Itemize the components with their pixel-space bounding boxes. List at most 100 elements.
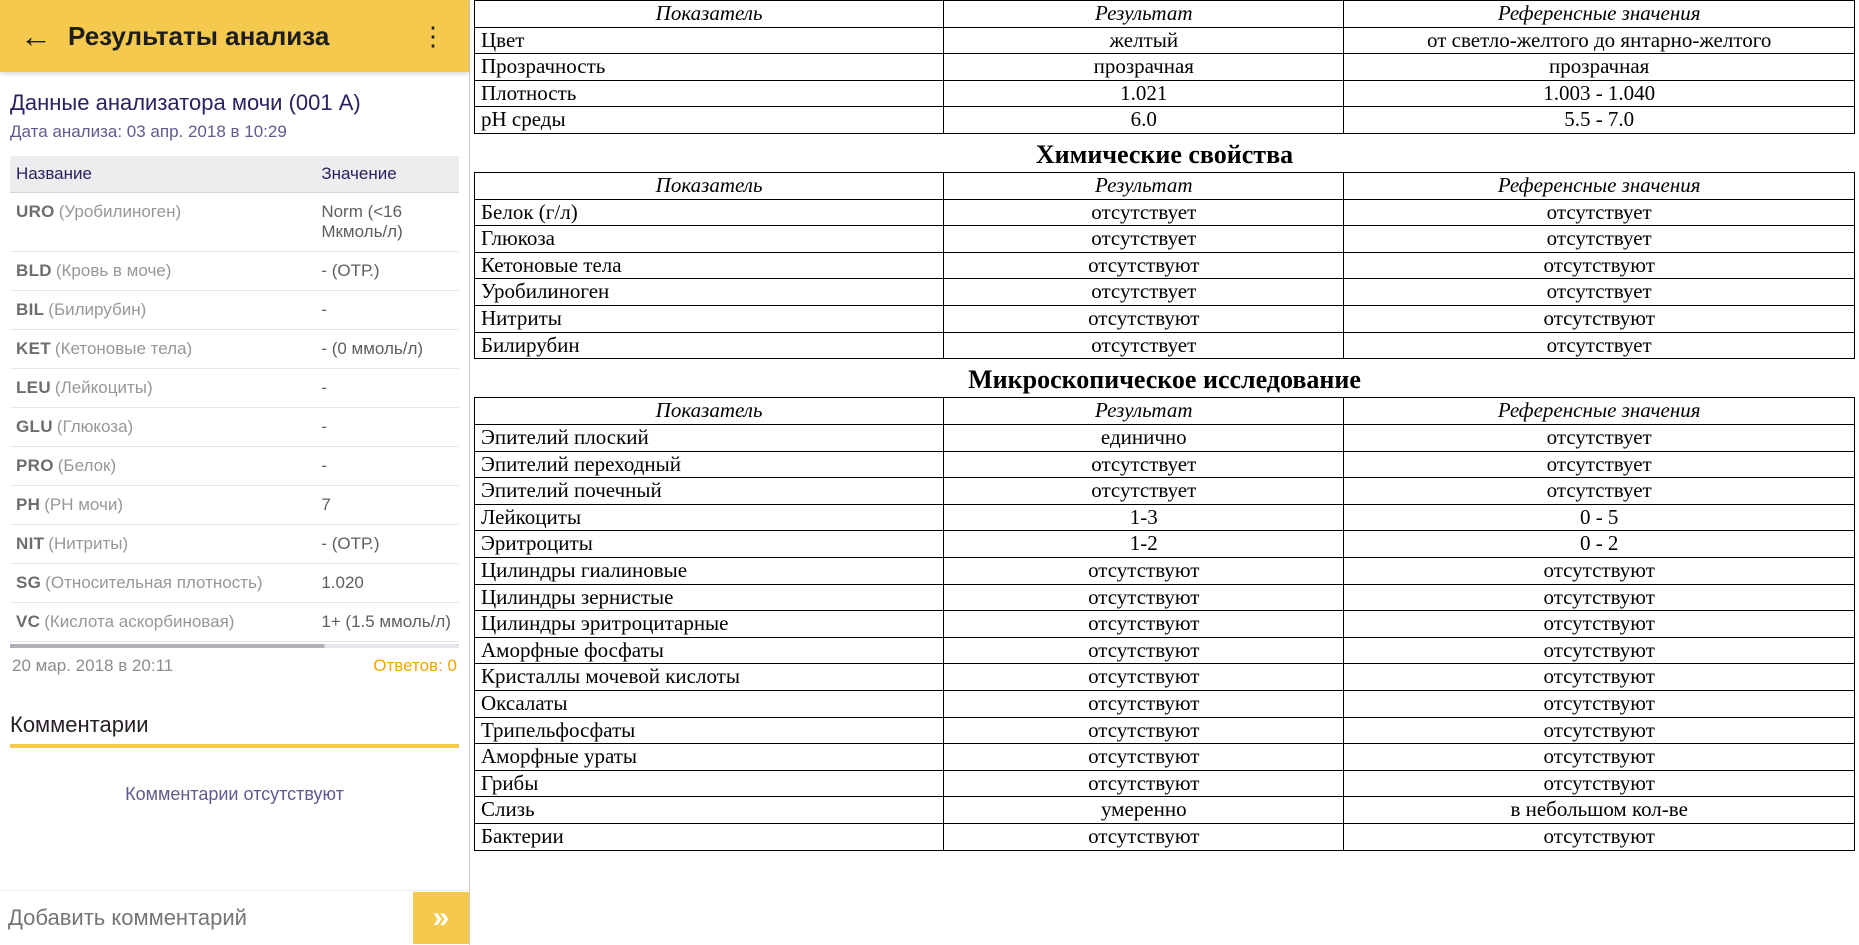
- table-row[interactable]: VC(Кислота аскорбиновая)1+ (1.5 ммоль/л): [10, 603, 459, 642]
- lab-report[interactable]: Показатель Результат Референсные значени…: [470, 0, 1859, 945]
- cell-param: Эпителий почечный: [475, 478, 944, 505]
- analyzer-subtitle: Данные анализатора мочи (001 A): [10, 90, 459, 116]
- hdr-result: Результат: [944, 1, 1344, 28]
- cell-param: Цилиндры гиалиновые: [475, 557, 944, 584]
- cell-result: умеренно: [944, 797, 1344, 824]
- table-row[interactable]: URO(Уробилиноген)Norm (<16 Мкмоль/л): [10, 193, 459, 252]
- toolbar: ← Результаты анализа ⋮: [0, 0, 469, 72]
- param-value: - (ОТР.): [315, 525, 459, 564]
- comment-input[interactable]: [0, 891, 413, 945]
- param-code: BLD: [16, 261, 52, 280]
- table-row: Белок (г/л)отсутствуетотсутствует: [475, 199, 1855, 226]
- param-code: KET: [16, 339, 51, 358]
- cell-result: 1.021: [944, 80, 1344, 107]
- cell-ref: отсутствует: [1344, 332, 1855, 359]
- cell-result: отсутствует: [944, 199, 1344, 226]
- cell-param: Грибы: [475, 770, 944, 797]
- cell-result: отсутствуют: [944, 744, 1344, 771]
- param-value: - (ОТР.): [315, 252, 459, 291]
- cell-result: прозрачная: [944, 54, 1344, 81]
- answers-count[interactable]: Ответов: 0: [373, 656, 457, 676]
- param-name: (Относительная плотность): [45, 573, 262, 592]
- table-row: Цилиндры эритроцитарныеотсутствуютотсутс…: [475, 611, 1855, 638]
- param-code: NIT: [16, 534, 44, 553]
- table-row[interactable]: BLD(Кровь в моче) - (ОТР.): [10, 252, 459, 291]
- post-date: 20 мар. 2018 в 20:11: [12, 656, 173, 676]
- table-row[interactable]: NIT(Нитриты)- (ОТР.): [10, 525, 459, 564]
- table-row[interactable]: PH(PH мочи)7: [10, 486, 459, 525]
- cell-ref: отсутствуют: [1344, 824, 1855, 851]
- cell-param: Уробилиноген: [475, 279, 944, 306]
- table-row[interactable]: SG(Относительная плотность)1.020: [10, 564, 459, 603]
- cell-param: Цилиндры эритроцитарные: [475, 611, 944, 638]
- cell-param: Эпителий переходный: [475, 451, 944, 478]
- cell-result: отсутствуют: [944, 824, 1344, 851]
- table-row: Трипельфосфатыотсутствуютотсутствуют: [475, 717, 1855, 744]
- cell-result: отсутствуют: [944, 637, 1344, 664]
- send-chevrons-icon: »: [433, 901, 450, 935]
- table-row[interactable]: BIL(Билирубин)-: [10, 291, 459, 330]
- cell-ref: в небольшом кол-ве: [1344, 797, 1855, 824]
- cell-param: Слизь: [475, 797, 944, 824]
- table-row: Слизьумереннов небольшом кол-ве: [475, 797, 1855, 824]
- param-name: (Кетоновые тела): [55, 339, 192, 358]
- cell-ref: 5.5 - 7.0: [1344, 107, 1855, 134]
- cell-ref: 0 - 2: [1344, 531, 1855, 558]
- col-name: Название: [10, 156, 315, 193]
- cell-ref: отсутствуют: [1344, 637, 1855, 664]
- table-row: pH среды6.05.5 - 7.0: [475, 107, 1855, 134]
- param-name: (Билирубин): [48, 300, 146, 319]
- param-value: -: [315, 447, 459, 486]
- cell-ref: отсутствует: [1344, 279, 1855, 306]
- hdr-result: Результат: [944, 173, 1344, 200]
- app-panel: ← Результаты анализа ⋮ Данные анализатор…: [0, 0, 470, 945]
- cell-param: Цвет: [475, 27, 944, 54]
- table-row[interactable]: GLU(Глюкоза)-: [10, 408, 459, 447]
- back-button[interactable]: ←: [14, 14, 58, 58]
- param-value: - (0 ммоль/л): [315, 330, 459, 369]
- table-row: Эпителий почечныйотсутствуетотсутствует: [475, 478, 1855, 505]
- table-row: Кристаллы мочевой кислотыотсутствуютотсу…: [475, 664, 1855, 691]
- table-row: Билирубинотсутствуетотсутствует: [475, 332, 1855, 359]
- kebab-icon: ⋮: [420, 21, 446, 52]
- cell-result: отсутствуют: [944, 584, 1344, 611]
- hdr-ref: Референсные значения: [1344, 398, 1855, 425]
- hdr-result: Результат: [944, 398, 1344, 425]
- table-row[interactable]: KET(Кетоновые тела) - (0 ммоль/л): [10, 330, 459, 369]
- cell-ref: отсутствует: [1344, 451, 1855, 478]
- param-name: (Уробилиноген): [59, 202, 181, 221]
- cell-ref: отсутствуют: [1344, 306, 1855, 333]
- hdr-param: Показатель: [475, 1, 944, 28]
- content-scroll[interactable]: Данные анализатора мочи (001 A) Дата ана…: [0, 72, 469, 890]
- cell-param: Плотность: [475, 80, 944, 107]
- back-arrow-icon: ←: [20, 18, 52, 55]
- param-code: GLU: [16, 417, 53, 436]
- table-row: Нитритыотсутствуютотсутствуют: [475, 306, 1855, 333]
- cell-param: Кетоновые тела: [475, 252, 944, 279]
- cell-param: Прозрачность: [475, 54, 944, 81]
- param-value: 7: [315, 486, 459, 525]
- cell-ref: отсутствуют: [1344, 611, 1855, 638]
- cell-param: Аморфные фосфаты: [475, 637, 944, 664]
- footer-row: 20 мар. 2018 в 20:11 Ответов: 0: [10, 656, 459, 676]
- cell-param: Бактерии: [475, 824, 944, 851]
- cell-ref: отсутствуют: [1344, 584, 1855, 611]
- param-code: PRO: [16, 456, 54, 475]
- overflow-menu-button[interactable]: ⋮: [411, 14, 455, 58]
- cell-result: отсутствует: [944, 279, 1344, 306]
- cell-param: Цилиндры зернистые: [475, 584, 944, 611]
- cell-result: отсутствуют: [944, 717, 1344, 744]
- table-row: Кетоновые телаотсутствуютотсутствуют: [475, 252, 1855, 279]
- cell-ref: отсутствуют: [1344, 557, 1855, 584]
- param-name: (Кровь в моче): [56, 261, 172, 280]
- hdr-param: Показатель: [475, 173, 944, 200]
- send-comment-button[interactable]: »: [413, 892, 469, 944]
- param-code: URO: [16, 202, 55, 221]
- cell-result: отсутствуют: [944, 691, 1344, 718]
- table-row[interactable]: LEU(Лейкоциты)-: [10, 369, 459, 408]
- table-chemical: Показатель Результат Референсные значени…: [474, 172, 1855, 359]
- table-row[interactable]: PRO(Белок)-: [10, 447, 459, 486]
- cell-param: Эпителий плоский: [475, 424, 944, 451]
- cell-param: Аморфные ураты: [475, 744, 944, 771]
- cell-result: отсутствуют: [944, 770, 1344, 797]
